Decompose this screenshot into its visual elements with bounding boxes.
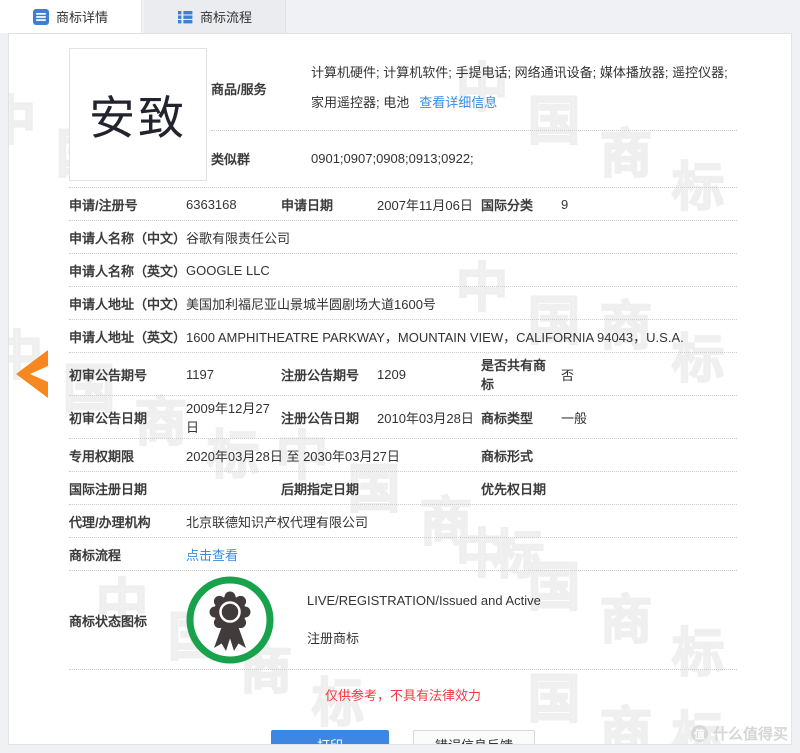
similar-group-label: 类似群 xyxy=(211,149,311,168)
detail-content: 安致 商品/服务 计算机硬件; 计算机软件; 手提电话; 网络通讯设备; 媒体播… xyxy=(9,34,791,745)
tab-bar: 商标详情 商标流程 xyxy=(0,0,800,33)
field-label: 优先权日期 xyxy=(481,477,561,500)
field-value xyxy=(377,486,481,490)
table-row-gazette-no: 初审公告期号 1197 注册公告期号 1209 是否共有商标 否 xyxy=(69,353,737,396)
similar-group-value: 0901;0907;0908;0913;0922; xyxy=(311,151,737,166)
field-label: 后期指定日期 xyxy=(281,477,377,500)
field-label: 初审公告日期 xyxy=(69,406,186,429)
status-line-english: LIVE/REGISTRATION/Issued and Active xyxy=(307,593,541,608)
field-value xyxy=(561,453,737,457)
click-to-view-link[interactable]: 点击查看 xyxy=(186,548,238,563)
field-label: 申请/注册号 xyxy=(69,193,186,216)
field-value: 1209 xyxy=(377,365,481,384)
field-value: 美国加利福尼亚山景城半圆剧场大道1600号 xyxy=(186,292,737,315)
field-value xyxy=(186,486,281,490)
field-label: 初审公告期号 xyxy=(69,363,186,386)
field-value: 谷歌有限责任公司 xyxy=(186,226,737,249)
field-label: 专用权期限 xyxy=(69,444,186,467)
trademark-name: 安致 xyxy=(89,82,187,148)
field-label: 国际注册日期 xyxy=(69,477,186,500)
field-value: 2007年11月06日 xyxy=(377,193,481,216)
field-label: 申请人名称（中文） xyxy=(69,226,186,249)
goods-value-text: 计算机硬件; 计算机软件; 手提电话; 网络通讯设备; 媒体播放器; 遥控仪器;… xyxy=(311,65,728,110)
field-value: 2020年03月28日 至 2030年03月27日 xyxy=(186,444,481,467)
table-row-exclusive-period: 专用权期限 2020年03月28日 至 2030年03月27日 商标形式 xyxy=(69,439,737,472)
status-text: LIVE/REGISTRATION/Issued and Active 注册商标 xyxy=(307,593,541,647)
table-row-agency: 代理/办理机构 北京联德知识产权代理有限公司 xyxy=(69,505,737,538)
view-details-link[interactable]: 查看详细信息 xyxy=(419,95,497,110)
field-value: 1600 AMPHITHEATRE PARKWAY，MOUNTAIN VIEW，… xyxy=(186,325,737,348)
detail-card: 中 国 中 国 商 标 中 国 商 标 中 国 商 标 中 国 商 标 中 国 … xyxy=(8,33,792,745)
field-label: 注册公告日期 xyxy=(281,406,377,429)
registration-badge-icon xyxy=(186,576,274,664)
table-row-address-cn: 申请人地址（中文） 美国加利福尼亚山景城半圆剧场大道1600号 xyxy=(69,287,737,320)
table-row-address-en: 申请人地址（英文） 1600 AMPHITHEATRE PARKWAY，MOUN… xyxy=(69,320,737,353)
error-feedback-button[interactable]: 错误信息反馈 xyxy=(413,730,535,745)
print-button[interactable]: 打印 xyxy=(271,730,389,745)
tab-trademark-flow[interactable]: 商标流程 xyxy=(144,0,286,33)
tab-label-flow: 商标流程 xyxy=(200,7,252,26)
field-value: 北京联德知识产权代理有限公司 xyxy=(186,510,737,533)
table-row-registration: 申请/注册号 6363168 申请日期 2007年11月06日 国际分类 9 xyxy=(69,188,737,221)
field-label: 代理/办理机构 xyxy=(69,510,186,533)
site-watermark-text: 什么值得买 xyxy=(713,723,788,744)
field-label: 商标类型 xyxy=(481,406,561,429)
field-label: 商标流程 xyxy=(69,543,186,566)
top-section: 安致 商品/服务 计算机硬件; 计算机软件; 手提电话; 网络通讯设备; 媒体播… xyxy=(69,48,737,181)
field-value: 一般 xyxy=(561,406,737,429)
goods-row: 商品/服务 计算机硬件; 计算机软件; 手提电话; 网络通讯设备; 媒体播放器;… xyxy=(211,48,737,131)
tab-label-detail: 商标详情 xyxy=(56,7,108,26)
field-label: 申请人名称（英文） xyxy=(69,259,186,282)
field-label: 申请人地址（英文） xyxy=(69,325,186,348)
field-value: GOOGLE LLC xyxy=(186,261,737,280)
similar-group-row: 类似群 0901;0907;0908;0913;0922; xyxy=(211,131,737,178)
fields-table: 申请/注册号 6363168 申请日期 2007年11月06日 国际分类 9 申… xyxy=(69,187,737,670)
table-row-applicant-cn: 申请人名称（中文） 谷歌有限责任公司 xyxy=(69,221,737,254)
field-label: 申请人地址（中文） xyxy=(69,292,186,315)
field-value: 9 xyxy=(561,195,737,214)
goods-section: 商品/服务 计算机硬件; 计算机软件; 手提电话; 网络通讯设备; 媒体播放器;… xyxy=(211,48,737,181)
table-row-applicant-en: 申请人名称（英文） GOOGLE LLC xyxy=(69,254,737,287)
document-list-icon xyxy=(33,9,49,25)
field-label: 是否共有商标 xyxy=(481,353,561,395)
smzdm-logo-icon: 值 xyxy=(691,725,708,742)
table-row-gazette-date: 初审公告日期 2009年12月27日 注册公告日期 2010年03月28日 商标… xyxy=(69,396,737,439)
goods-value: 计算机硬件; 计算机软件; 手提电话; 网络通讯设备; 媒体播放器; 遥控仪器;… xyxy=(311,58,737,118)
trademark-image: 安致 xyxy=(69,48,207,181)
field-value: 6363168 xyxy=(186,195,281,214)
field-value: 2010年03月28日 xyxy=(377,406,481,429)
field-value: 否 xyxy=(561,363,737,386)
field-label: 国际分类 xyxy=(481,193,561,216)
field-value: 1197 xyxy=(186,365,281,384)
button-bar: 打印 错误信息反馈 xyxy=(69,730,737,745)
field-label: 注册公告期号 xyxy=(281,363,377,386)
field-label: 商标状态图标 xyxy=(69,609,186,632)
table-row-status: 商标状态图标 xyxy=(69,571,737,670)
disclaimer-text: 仅供参考，不具有法律效力 xyxy=(69,670,737,708)
site-watermark: 值 什么值得买 xyxy=(691,723,788,744)
table-row-intl-dates: 国际注册日期 后期指定日期 优先权日期 xyxy=(69,472,737,505)
list-icon xyxy=(177,9,193,25)
prev-arrow-button[interactable] xyxy=(16,350,48,401)
status-line-chinese: 注册商标 xyxy=(307,628,541,647)
field-label: 申请日期 xyxy=(281,193,377,216)
field-value: 2009年12月27日 xyxy=(186,396,281,438)
tab-trademark-detail[interactable]: 商标详情 xyxy=(0,0,142,33)
table-row-flow: 商标流程 点击查看 xyxy=(69,538,737,571)
field-label: 商标形式 xyxy=(481,444,561,467)
goods-label: 商品/服务 xyxy=(211,79,311,98)
field-value xyxy=(561,486,737,490)
